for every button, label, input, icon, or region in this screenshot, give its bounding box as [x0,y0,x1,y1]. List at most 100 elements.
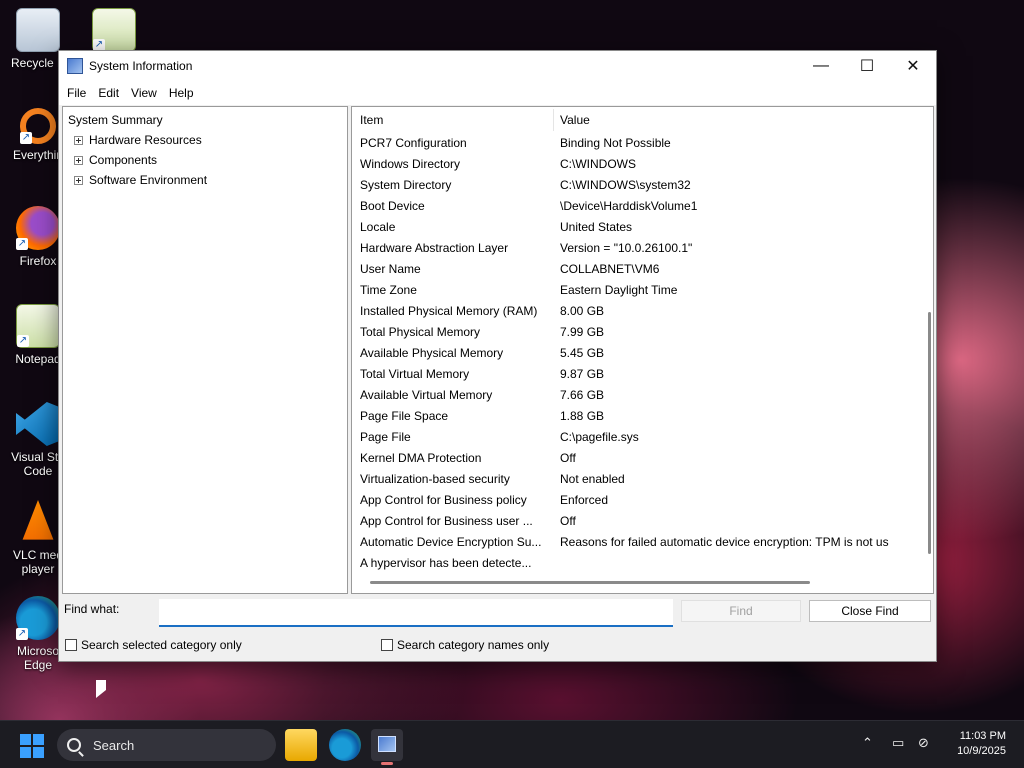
table-row[interactable]: System Directory C:\WINDOWS\system32 [352,175,933,196]
row-item-cell: App Control for Business policy [360,493,527,507]
active-indicator [381,762,393,765]
table-row[interactable]: Available Virtual Memory 7.66 GB [352,385,933,406]
tree-item-components[interactable]: Components [68,150,347,170]
expand-icon[interactable] [74,155,83,165]
find-button[interactable]: Find [681,600,801,622]
table-row[interactable]: Kernel DMA Protection Off [352,448,933,469]
row-item-cell: Page File Space [360,409,449,423]
row-item-cell: User Name [360,262,421,276]
table-row[interactable]: A hypervisor has been detecte... [352,553,933,574]
row-value-cell: 7.66 GB [560,388,605,402]
horizontal-scrollbar[interactable] [370,581,810,584]
tree-item-software-environment[interactable]: Software Environment [68,170,347,190]
shortcut-arrow-icon: ↗ [17,335,29,347]
table-row[interactable]: User Name COLLABNET\VM6 [352,259,933,280]
minimize-button[interactable]: — [798,51,844,81]
checkbox-label: Search selected category only [81,638,242,652]
clock-time: 11:03 PM [959,730,1006,742]
vertical-scrollbar[interactable] [928,312,931,554]
file-explorer-icon[interactable] [285,729,317,761]
menu-view[interactable]: View [125,81,163,105]
column-header-item[interactable]: Item [352,108,554,131]
desktop-icon-notepad-plus[interactable]: ↗ [76,8,152,56]
row-item-cell: A hypervisor has been detecte... [360,556,532,570]
menu-bar: File Edit View Help [59,81,936,105]
row-item-cell: Hardware Abstraction Layer [360,241,509,255]
row-value-cell [552,553,908,574]
row-item-cell: Virtualization-based security [360,472,510,486]
table-row[interactable]: App Control for Business user ... Off [352,511,933,532]
everything-search-icon: ↗ [20,108,56,144]
volume-muted-icon[interactable]: ⊘ [918,735,929,751]
row-value-cell: Enforced [560,493,609,507]
firefox-icon: ↗ [16,206,60,250]
expand-icon[interactable] [74,175,83,185]
row-item-cell: Page File [360,430,411,444]
category-tree: System Summary Hardware Resources Compon… [62,106,348,594]
maximize-button[interactable]: ☐ [844,51,890,81]
table-row[interactable]: Total Physical Memory 7.99 GB [352,322,933,343]
row-item-cell: Time Zone [360,283,417,297]
list-rows: PCR7 Configuration Binding Not Possible Wi… [352,133,933,574]
row-value-cell: 9.87 GB [560,367,605,381]
checkbox-box[interactable] [381,639,393,651]
system-info-app-icon [67,58,83,74]
row-value-cell: Eastern Daylight Time [560,283,678,297]
system-information-window: System Information — ☐ ✕ File Edit View … [58,50,937,662]
notepad-icon: ↗ [16,304,60,348]
system-clock[interactable]: 11:03 PM 10/9/2025 [957,729,1006,759]
column-header-value[interactable]: Value [554,109,933,131]
search-category-names-checkbox[interactable]: Search category names only [381,638,549,652]
row-value-cell: Off [560,514,576,528]
start-button[interactable] [20,734,44,758]
shortcut-arrow-icon: ↗ [20,132,32,144]
menu-file[interactable]: File [61,81,92,105]
table-row[interactable]: Page File C:\pagefile.sys [352,427,933,448]
close-find-button[interactable]: Close Find [809,600,931,622]
taskbar-search[interactable]: Search [57,729,276,761]
table-row[interactable]: Windows Directory C:\WINDOWS [352,154,933,175]
table-row[interactable]: PCR7 Configuration Binding Not Possible [352,133,933,154]
table-row[interactable]: Time Zone Eastern Daylight Time [352,280,933,301]
row-value-cell: 7.99 GB [560,325,605,339]
table-row[interactable]: Boot Device \Device\HarddiskVolume1 [352,196,933,217]
table-row[interactable]: Virtualization-based security Not enabled [352,469,933,490]
tree-item-system-summary[interactable]: System Summary [68,110,347,130]
menu-help[interactable]: Help [163,81,200,105]
table-row[interactable]: Automatic Device Encryption Su... Reasons… [352,532,933,553]
row-value-cell: 5.45 GB [560,346,605,360]
expand-icon[interactable] [74,135,83,145]
row-value-cell: Reasons for failed automatic device encr… [560,535,889,549]
row-item-cell: Total Virtual Memory [360,367,470,381]
table-row[interactable]: Page File Space 1.88 GB [352,406,933,427]
menu-edit[interactable]: Edit [92,81,125,105]
taskbar: Search ⌃ ▭ ⊘ 11:03 PM 10/9/2025 [0,720,1024,768]
list-header: Item Value [352,107,933,133]
network-icon[interactable]: ▭ [892,735,904,751]
row-item-cell: Total Physical Memory [360,325,481,339]
edge-icon: ↗ [16,596,60,640]
table-row[interactable]: Total Virtual Memory 9.87 GB [352,364,933,385]
checkbox-box[interactable] [65,639,77,651]
find-what-input[interactable] [159,599,673,627]
table-row[interactable]: Hardware Abstraction Layer Version = "10.… [352,238,933,259]
checkbox-label: Search category names only [397,638,550,652]
row-value-cell: \Device\HarddiskVolume1 [560,199,698,213]
search-selected-category-checkbox[interactable]: Search selected category only [65,638,242,652]
row-item-cell: Kernel DMA Protection [360,451,482,465]
table-row[interactable]: Locale United States [352,217,933,238]
chevron-up-icon[interactable]: ⌃ [862,735,873,751]
title-bar[interactable]: System Information — ☐ ✕ [59,51,936,81]
table-row[interactable]: App Control for Business policy Enforced [352,490,933,511]
edge-taskbar-icon[interactable] [329,729,361,761]
tree-item-label: Software Environment [89,173,208,187]
row-value-cell: C:\WINDOWS [560,157,636,171]
table-row[interactable]: Available Physical Memory 5.45 GB [352,343,933,364]
row-value-cell: United States [560,220,633,234]
row-value-cell: COLLABNET\VM6 [560,262,660,276]
system-information-taskbar-icon[interactable] [371,729,403,765]
row-item-cell: Locale [360,220,396,234]
table-row[interactable]: Installed Physical Memory (RAM) 8.00 GB [352,301,933,322]
tree-item-hardware-resources[interactable]: Hardware Resources [68,130,347,150]
close-button[interactable]: ✕ [890,51,936,81]
